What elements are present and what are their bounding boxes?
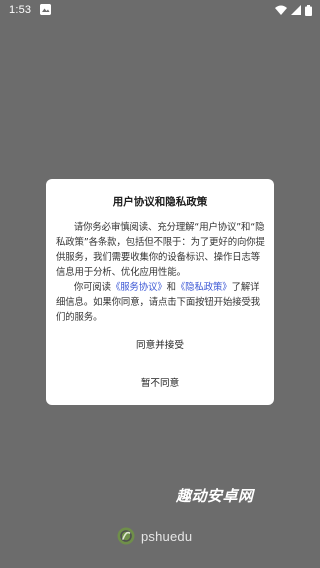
dialog-body: 请你务必审慎阅读、充分理解“用户协议”和“隐私政策”各条款，包括但不限于：为了更… [56,220,266,325]
wifi-icon [275,5,287,15]
signal-icon [291,5,301,15]
agree-button[interactable]: 同意并接受 [46,337,274,351]
paragraph-2-and: 和 [166,282,176,293]
brand: pshuedu [117,527,192,545]
decline-button[interactable]: 暂不同意 [46,375,274,389]
watermark-text: 趣动安卓网 [176,487,254,505]
dialog-paragraph-1: 请你务必审慎阅读、充分理解“用户协议”和“隐私政策”各条款，包括但不限于：为了更… [56,222,265,278]
agreement-dialog: 用户协议和隐私政策 请你务必审慎阅读、充分理解“用户协议”和“隐私政策”各条款，… [46,179,274,405]
dialog-paragraph-2: 你可阅读《服务协议》和《隐私政策》了解详细信息。如果你同意，请点击下面按钮开始接… [56,280,266,325]
dialog-title: 用户协议和隐私政策 [112,196,208,208]
status-time: 1:53 [9,4,32,16]
brand-name: pshuedu [141,528,193,544]
service-agreement-link[interactable]: 《服务协议》 [111,282,167,293]
notification-icon [40,4,51,15]
brand-logo-icon [117,527,135,545]
status-icons [275,4,312,16]
battery-icon [305,4,312,16]
privacy-policy-link[interactable]: 《隐私政策》 [176,282,232,293]
status-bar: 1:53 [0,0,320,22]
paragraph-2-prefix: 你可阅读 [73,282,111,293]
